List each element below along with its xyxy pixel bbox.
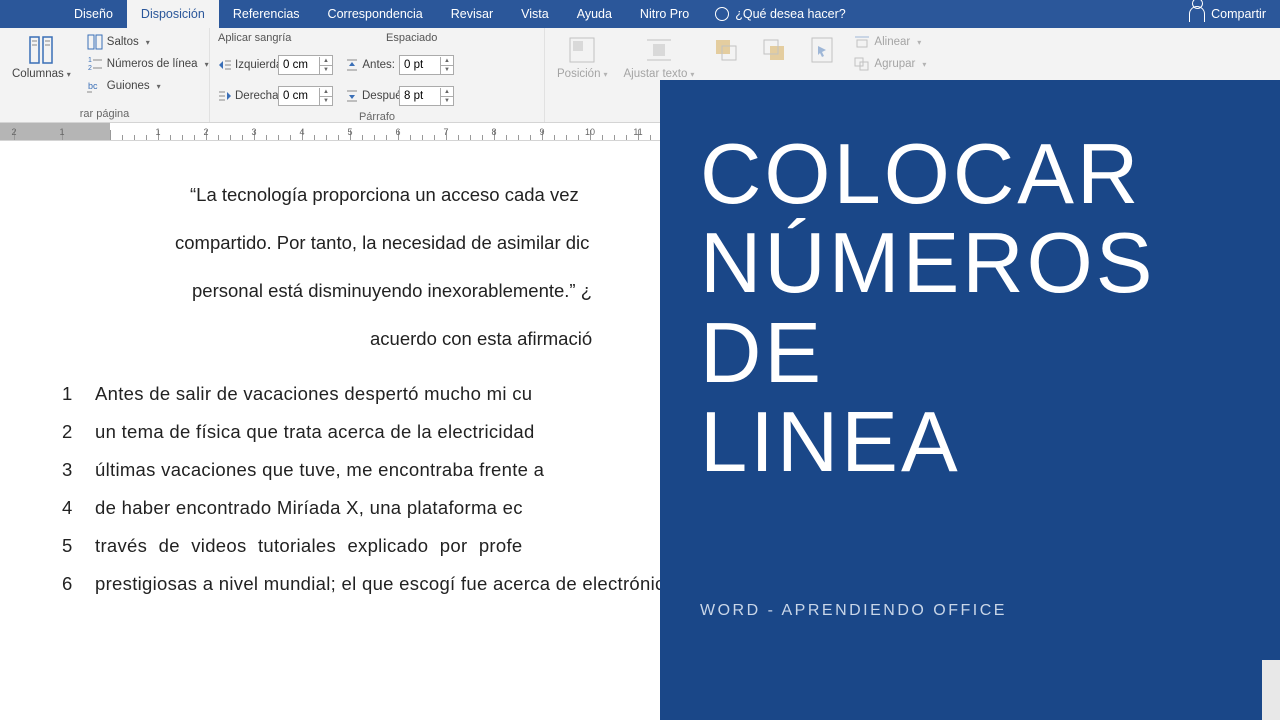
tab-vista[interactable]: Vista [507,0,563,28]
spin-down[interactable]: ▼ [320,66,332,74]
position-button: Posición▾ [553,32,611,120]
wrap-text-icon [643,34,675,66]
tab-revisar[interactable]: Revisar [437,0,507,28]
spin-down[interactable]: ▼ [441,66,453,74]
share-label: Compartir [1211,7,1266,21]
line-numbers-icon: 12 [87,56,103,72]
tab-correspondencia[interactable]: Correspondencia [314,0,437,28]
indent-right-input[interactable]: ▲▼ [278,86,333,106]
group-icon [854,56,870,72]
share-button[interactable]: Compartir [1175,0,1280,28]
paragraph-group-label: Párrafo [218,109,536,123]
svg-text:2: 2 [88,65,92,72]
tell-me-label: ¿Qué desea hacer? [735,7,846,21]
svg-text:bc: bc [88,81,98,91]
overlay-title: COLOCAR NÚMEROS DE LINEA [700,130,1240,487]
position-icon [566,34,598,66]
send-backward-icon [758,34,790,66]
scrollbar-fragment[interactable] [1262,660,1280,720]
person-icon [1189,6,1205,22]
page-setup-group-label: rar página [8,106,201,120]
space-after-input[interactable]: ▲▼ [399,86,454,106]
space-before-input[interactable]: ▲▼ [399,55,454,75]
breaks-button[interactable]: Saltos▾ [83,32,213,52]
tell-me-search[interactable]: ¿Qué desea hacer? [703,0,858,28]
indent-left-input[interactable]: ▲▼ [278,55,333,75]
hyphenation-icon: bc [87,78,103,94]
indent-left-icon [218,57,232,73]
align-icon [854,34,870,50]
group-button: Agrupar▾ [850,54,930,74]
indent-right-icon [218,88,232,104]
hyphenation-button[interactable]: bc Guiones▾ [83,76,213,96]
spin-down[interactable]: ▼ [320,97,332,105]
tab-disposicion[interactable]: Disposición [127,0,219,28]
spin-up[interactable]: ▲ [441,57,453,66]
ribbon-tabs: Diseño Disposición Referencias Correspon… [0,0,1280,28]
tab-menu[interactable] [0,0,60,28]
tab-ayuda[interactable]: Ayuda [563,0,626,28]
spin-up[interactable]: ▲ [320,88,332,97]
breaks-icon [87,34,103,50]
tab-nitro[interactable]: Nitro Pro [626,0,703,28]
spin-down[interactable]: ▼ [441,97,453,105]
indent-header: Aplicar sangría [218,32,306,44]
line-numbers-button[interactable]: 12 Números de línea▾ [83,54,213,74]
space-after-icon [345,88,359,104]
title-overlay: COLOCAR NÚMEROS DE LINEA WORD - APRENDIE… [660,80,1280,720]
space-before-icon [345,57,359,73]
selection-pane-icon [806,34,838,66]
svg-text:1: 1 [88,57,92,64]
bring-forward-icon [710,34,742,66]
spin-up[interactable]: ▲ [320,57,332,66]
tab-referencias[interactable]: Referencias [219,0,314,28]
spacing-header: Espaciado [386,32,437,44]
align-button: Alinear▾ [850,32,930,52]
tab-diseno[interactable]: Diseño [60,0,127,28]
columns-button[interactable]: Columnas▾ [8,32,75,106]
spin-up[interactable]: ▲ [441,88,453,97]
columns-icon [25,34,57,66]
bulb-icon [715,7,729,21]
overlay-subtitle: WORD - APRENDIENDO OFFICE [700,602,1240,620]
